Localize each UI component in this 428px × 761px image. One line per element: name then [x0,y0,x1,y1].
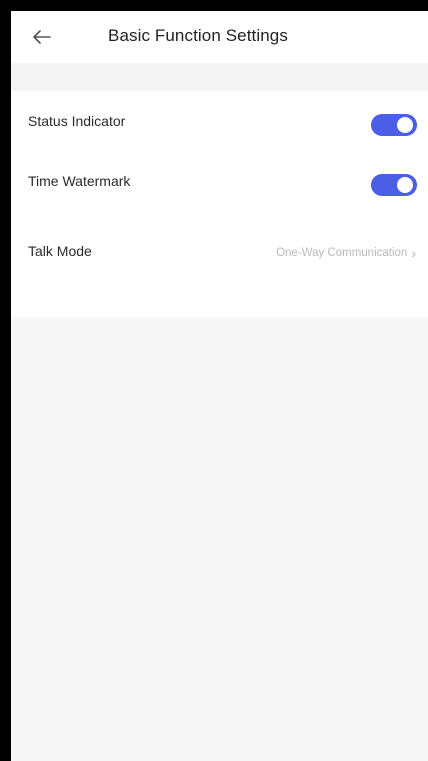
settings-screen: Basic Function Settings Status Indicator… [11,11,428,761]
page-title: Basic Function Settings [108,26,288,45]
time-watermark-row: Time Watermark [11,151,428,211]
time-watermark-toggle[interactable] [371,174,417,196]
talk-mode-label: Talk Mode [28,243,92,259]
toggle-knob [397,177,413,193]
section-gap [11,63,428,91]
status-indicator-row: Status Indicator [11,91,428,151]
talk-mode-value: One-Way Communication › [276,245,416,261]
header-bar: Basic Function Settings [11,11,428,63]
chevron-right-icon: › [411,245,416,261]
talk-mode-row[interactable]: Talk Mode One-Way Communication › [11,211,428,317]
arrow-left-icon [33,30,51,44]
status-indicator-label: Status Indicator [28,113,126,129]
status-indicator-toggle[interactable] [371,114,417,136]
time-watermark-label: Time Watermark [28,173,131,189]
settings-list: Status Indicator Time Watermark Talk Mod… [11,91,428,317]
toggle-knob [397,117,413,133]
back-button[interactable] [29,24,55,50]
talk-mode-value-text: One-Way Communication [276,247,408,259]
